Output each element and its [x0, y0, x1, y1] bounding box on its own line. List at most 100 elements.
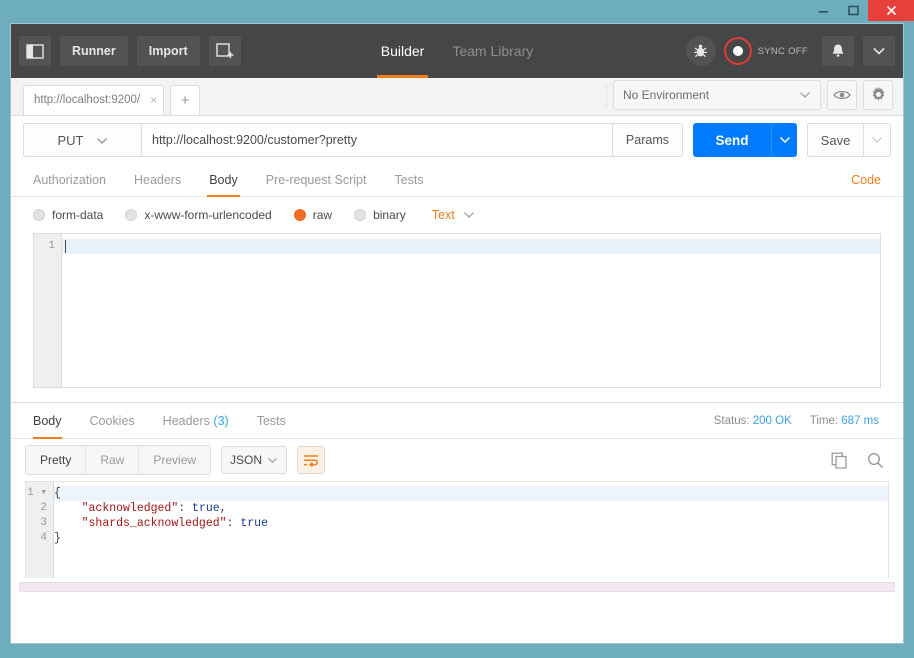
- new-tab-button[interactable]: +: [170, 85, 201, 115]
- response-language-select[interactable]: JSON: [221, 446, 288, 474]
- import-button[interactable]: Import: [136, 36, 200, 66]
- minimize-button[interactable]: [808, 0, 838, 21]
- body-type-binary[interactable]: binary: [354, 208, 406, 222]
- runner-button[interactable]: Runner: [60, 36, 128, 66]
- bell-icon[interactable]: [822, 36, 854, 66]
- radio-icon: [354, 209, 367, 221]
- body-type-urlencoded[interactable]: x-www-form-urlencoded: [125, 208, 272, 222]
- code-token: {: [54, 487, 61, 500]
- response-tab-tests-label: Tests: [256, 413, 286, 428]
- maximize-button[interactable]: [838, 0, 868, 21]
- body-type-urlencoded-label: x-www-form-urlencoded: [144, 208, 272, 222]
- sync-status-label: SYNC OFF: [757, 45, 808, 57]
- app-header: Runner Import Builder Team Library SYNC …: [11, 24, 903, 78]
- line-number: 1: [48, 240, 55, 252]
- response-headers-count: (3): [213, 413, 229, 428]
- tab-team-library[interactable]: Team Library: [438, 24, 547, 78]
- subtab-pre-request-script[interactable]: Pre-request Script: [252, 164, 381, 197]
- send-button[interactable]: Send: [693, 123, 771, 157]
- subtab-tests[interactable]: Tests: [380, 164, 437, 197]
- response-tab-cookies[interactable]: Cookies: [76, 403, 149, 439]
- body-type-form-data[interactable]: form-data: [33, 208, 103, 222]
- sync-status[interactable]: SYNC OFF: [723, 37, 808, 65]
- environment-select[interactable]: No Environment: [613, 79, 821, 110]
- tab-builder-label: Builder: [380, 43, 425, 59]
- code-token: "acknowledged": [81, 502, 179, 515]
- line-number: 4: [40, 532, 47, 544]
- code-line: "acknowledged": true,: [54, 501, 888, 516]
- save-button[interactable]: Save: [807, 123, 863, 157]
- radio-icon: [125, 209, 138, 221]
- close-icon[interactable]: ×: [150, 93, 157, 107]
- request-tabs: http://localhost:9200/ × +: [11, 85, 201, 115]
- header-right-controls: SYNC OFF: [685, 36, 895, 66]
- response-tab-cookies-label: Cookies: [89, 413, 135, 428]
- body-type-binary-label: binary: [373, 208, 406, 222]
- sync-record-icon: [723, 37, 752, 65]
- tab-builder[interactable]: Builder: [367, 24, 439, 78]
- status-label: Status:: [713, 414, 750, 427]
- subtab-headers[interactable]: Headers: [120, 164, 195, 197]
- subtab-authorization[interactable]: Authorization: [23, 164, 120, 197]
- body-type-raw-label: raw: [312, 208, 333, 222]
- chevron-down-icon: [96, 133, 108, 148]
- response-tabs: Body Cookies Headers (3) Tests Status: 2…: [11, 403, 903, 439]
- search-icon[interactable]: [861, 446, 889, 474]
- response-tab-headers-label: Headers: [162, 413, 210, 428]
- code-token: ,: [219, 502, 227, 515]
- environment-area: No Environment: [613, 79, 903, 114]
- copy-icon[interactable]: [825, 446, 853, 474]
- send-group: Send: [693, 123, 797, 157]
- time-badge: Time: 687 ms: [810, 415, 879, 427]
- response-meta: Status: 200 OK Time: 687 ms: [696, 415, 891, 427]
- response-tool-right: [817, 446, 889, 474]
- word-wrap-icon[interactable]: [297, 446, 326, 474]
- response-tab-body[interactable]: Body: [23, 403, 76, 439]
- chevron-down-icon[interactable]: [863, 36, 895, 66]
- active-line: [62, 239, 880, 254]
- response-format-group: Pretty Raw Preview: [25, 445, 212, 475]
- text-caret: [65, 240, 66, 253]
- status-badge: Status: 200 OK: [714, 415, 792, 427]
- params-button[interactable]: Params: [612, 123, 683, 157]
- response-tab-headers[interactable]: Headers (3): [149, 403, 243, 439]
- body-type-form-data-label: form-data: [52, 208, 104, 222]
- content-type-select[interactable]: Text: [432, 208, 475, 222]
- status-value: 200 OK: [752, 414, 792, 427]
- sidebar-toggle-icon[interactable]: [19, 36, 51, 66]
- gear-icon[interactable]: [863, 79, 893, 110]
- response-body-editor[interactable]: 1 ▾ 2 3 4 { "acknowledged": true, "shards_a…: [25, 481, 889, 578]
- request-body-editor[interactable]: 1: [33, 233, 881, 388]
- new-window-icon[interactable]: [208, 36, 241, 66]
- format-raw-button[interactable]: Raw: [86, 446, 140, 474]
- format-pretty-button[interactable]: Pretty: [26, 446, 87, 474]
- time-label: Time:: [809, 414, 839, 427]
- close-button[interactable]: [868, 0, 914, 21]
- url-input[interactable]: [141, 123, 613, 157]
- response-tab-tests[interactable]: Tests: [243, 403, 300, 439]
- response-editor-code-area[interactable]: { "acknowledged": true, "shards_acknowle…: [54, 482, 888, 578]
- eye-icon[interactable]: [827, 79, 857, 110]
- code-token: }: [54, 532, 61, 545]
- format-preview-button[interactable]: Preview: [139, 446, 211, 474]
- bug-icon[interactable]: [685, 36, 716, 66]
- request-tab[interactable]: http://localhost:9200/ ×: [23, 85, 165, 115]
- code-token: "shards_acknowledged": [81, 517, 227, 530]
- subtab-body[interactable]: Body: [195, 164, 252, 197]
- request-editor-code-area[interactable]: [62, 234, 880, 387]
- code-token: :: [226, 517, 241, 530]
- code-line: }: [54, 531, 888, 546]
- line-number: 3: [40, 517, 47, 529]
- request-editor-gutter: 1: [34, 234, 62, 387]
- horizontal-scrollbar[interactable]: [19, 582, 895, 592]
- save-group: Save: [807, 123, 891, 157]
- method-select[interactable]: PUT: [23, 123, 141, 157]
- code-link[interactable]: Code: [851, 173, 891, 187]
- send-options-chevron-down-icon[interactable]: [771, 123, 797, 157]
- request-tab-strip: http://localhost:9200/ × + No Environmen…: [11, 78, 903, 116]
- line-number: 2: [40, 502, 47, 514]
- chevron-down-icon: [799, 88, 811, 102]
- body-type-raw[interactable]: raw: [293, 208, 333, 222]
- save-options-chevron-down-icon[interactable]: [863, 123, 891, 157]
